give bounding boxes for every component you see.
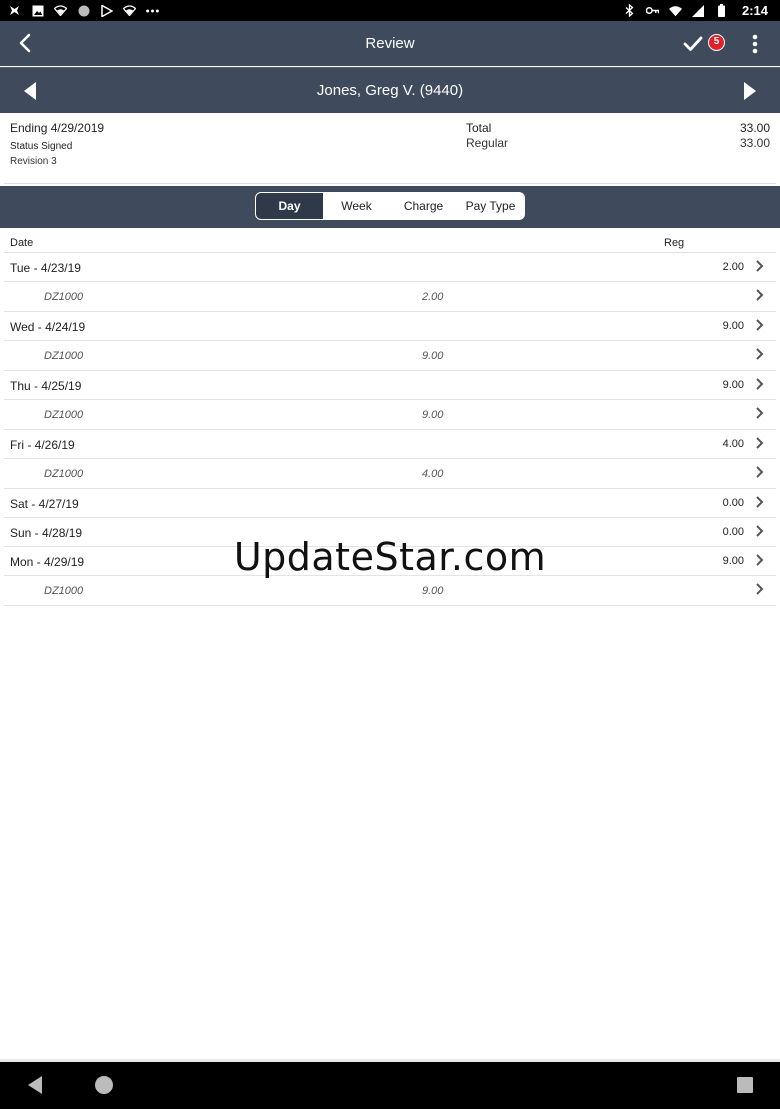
column-header-reg: Reg (664, 237, 685, 249)
chevron-right-icon (756, 378, 764, 390)
status-bar-notifications (8, 4, 159, 17)
total-label: Total (466, 121, 492, 135)
circle-icon (77, 4, 90, 17)
table-header: Date Reg (4, 232, 776, 253)
day-reg-hours: 4.00 (722, 438, 744, 450)
charge-row[interactable]: DZ1000 4.00 (4, 459, 776, 489)
tab-charge[interactable]: Charge (390, 193, 457, 219)
charge-code: DZ1000 (44, 291, 84, 303)
overflow-menu-button[interactable] (746, 32, 764, 56)
nav-back-icon (28, 1076, 42, 1094)
next-employee-button[interactable] (740, 80, 758, 102)
charge-hours: 2.00 (422, 291, 444, 303)
key-icon (645, 4, 659, 17)
view-segmented-control: Day Week Charge Pay Type (255, 192, 525, 220)
wifi-icon (123, 4, 136, 17)
checkmark-icon (683, 36, 703, 51)
day-label: Fri - 4/26/19 (10, 438, 75, 452)
tab-week[interactable]: Week (323, 193, 390, 219)
play-store-icon (100, 4, 113, 17)
app-bar: Review 5 (0, 21, 780, 66)
charge-row[interactable]: DZ1000 2.00 (4, 282, 776, 312)
chevron-right-icon (756, 319, 764, 331)
bluetooth-icon (623, 4, 636, 17)
employee-navigator: Jones, Greg V. (9440) (0, 67, 780, 113)
charge-hours: 9.00 (422, 585, 444, 597)
day-row[interactable]: Tue - 4/23/19 2.00 (4, 253, 776, 282)
watermark: UpdateStar.com (233, 535, 547, 579)
day-reg-hours: 9.00 (722, 379, 744, 391)
chevron-right-icon (756, 466, 764, 478)
charge-hours: 9.00 (422, 350, 444, 362)
day-reg-hours: 0.00 (722, 497, 744, 509)
total-value: 33.00 (739, 121, 770, 135)
day-row[interactable]: Fri - 4/26/19 4.00 (4, 430, 776, 459)
status-bar-system: 2:14 (623, 3, 768, 18)
clock: 2:14 (741, 3, 768, 18)
wifi-icon (668, 4, 682, 17)
day-label: Thu - 4/25/19 (10, 379, 82, 393)
status-bar: 2:14 (0, 0, 780, 21)
nav-recents-button[interactable] (737, 1077, 753, 1093)
day-row[interactable]: Sat - 4/27/19 0.00 (4, 489, 776, 518)
chevron-right-icon (756, 437, 764, 449)
tab-pay-type[interactable]: Pay Type (457, 193, 524, 219)
charge-code: DZ1000 (44, 350, 84, 362)
image-icon (31, 4, 44, 17)
chevron-right-icon (756, 260, 764, 272)
approve-button[interactable] (682, 33, 704, 55)
charge-code: DZ1000 (44, 585, 84, 597)
page-title: Review (365, 35, 415, 52)
tab-day[interactable]: Day (256, 193, 323, 219)
charge-code: DZ1000 (44, 409, 84, 421)
approval-count-badge: 5 (708, 34, 725, 51)
day-reg-hours: 9.00 (722, 320, 744, 332)
status-text: Status Signed (10, 141, 73, 152)
system-navigation-bar (0, 1062, 780, 1109)
more-dots-icon (146, 4, 159, 17)
chevron-right-icon (756, 289, 764, 301)
chevron-right-icon (756, 496, 764, 508)
regular-value: 33.00 (739, 136, 770, 150)
day-label: Wed - 4/24/19 (10, 320, 86, 334)
revision-text: Revision 3 (10, 156, 57, 167)
day-row[interactable]: Thu - 4/25/19 9.00 (4, 371, 776, 400)
charge-row[interactable]: DZ1000 9.00 (4, 400, 776, 430)
day-label: Tue - 4/23/19 (10, 261, 81, 275)
day-row[interactable]: Wed - 4/24/19 9.00 (4, 312, 776, 341)
nav-back-button[interactable] (26, 1075, 44, 1095)
triangle-right-icon (744, 82, 756, 100)
view-tab-bar: Day Week Charge Pay Type (0, 186, 780, 228)
battery-icon (715, 4, 728, 17)
nav-home-button[interactable] (95, 1076, 113, 1094)
charge-hours: 4.00 (422, 468, 444, 480)
chevron-right-icon (756, 407, 764, 419)
day-label: Sat - 4/27/19 (10, 497, 79, 511)
wifi-icon (54, 4, 67, 17)
charge-row[interactable]: DZ1000 9.00 (4, 576, 776, 606)
charge-row[interactable]: DZ1000 9.00 (4, 341, 776, 371)
chevron-right-icon (756, 348, 764, 360)
period-ending: Ending 4/29/2019 (10, 121, 105, 135)
regular-label: Regular (466, 136, 509, 150)
charge-code: DZ1000 (44, 468, 84, 480)
column-header-date: Date (10, 237, 34, 249)
signal-icon (692, 4, 705, 17)
more-vertical-icon (752, 34, 758, 54)
charge-hours: 9.00 (422, 409, 444, 421)
day-reg-hours: 2.00 (722, 261, 744, 273)
timesheet-summary: Ending 4/29/2019 Status Signed Revision … (4, 114, 776, 184)
app-icon (8, 4, 21, 17)
employee-name: Jones, Greg V. (9440) (316, 82, 464, 99)
chevron-right-icon (756, 583, 764, 595)
